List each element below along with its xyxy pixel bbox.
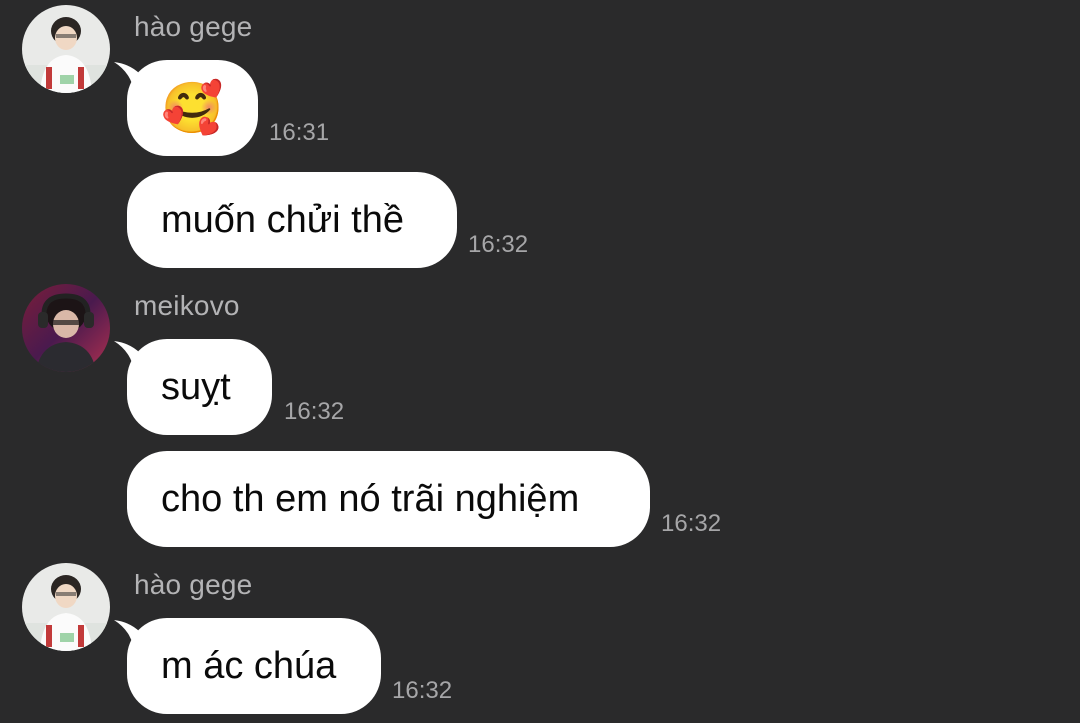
person-photo-icon	[22, 284, 110, 372]
message-bubble[interactable]: suỵt	[127, 339, 272, 435]
avatar-hao-gege[interactable]	[22, 5, 110, 93]
person-photo-icon	[22, 563, 110, 651]
message-timestamp: 16:32	[468, 231, 529, 258]
avatar-hao-gege[interactable]	[22, 563, 110, 651]
message-text: cho th em nó trãi nghiệm	[161, 477, 580, 520]
message-bubble[interactable]: cho th em nó trãi nghiệm	[127, 451, 650, 547]
avatar-meikovo[interactable]	[22, 284, 110, 372]
chat-thread: hào gege 🥰 16:31 muốn chửi thề 16:32 mei…	[0, 0, 1080, 723]
message-bubble[interactable]: m ác chúa	[127, 618, 381, 714]
message-bubble[interactable]: muốn chửi thề	[127, 172, 457, 268]
person-photo-icon	[22, 5, 110, 93]
sender-name: hào gege	[134, 569, 253, 600]
message-timestamp: 16:32	[661, 510, 722, 537]
smiling-face-with-hearts-emoji: 🥰	[161, 80, 224, 136]
sender-name: meikovo	[134, 290, 240, 321]
message-text: suỵt	[161, 365, 231, 408]
sender-name: hào gege	[134, 11, 253, 42]
message-bubble[interactable]: 🥰	[127, 60, 258, 156]
message-timestamp: 16:31	[269, 119, 330, 146]
message-timestamp: 16:32	[284, 398, 345, 425]
message-timestamp: 16:32	[392, 677, 453, 704]
message-text: m ác chúa	[161, 644, 337, 687]
message-text: muốn chửi thề	[161, 198, 405, 241]
